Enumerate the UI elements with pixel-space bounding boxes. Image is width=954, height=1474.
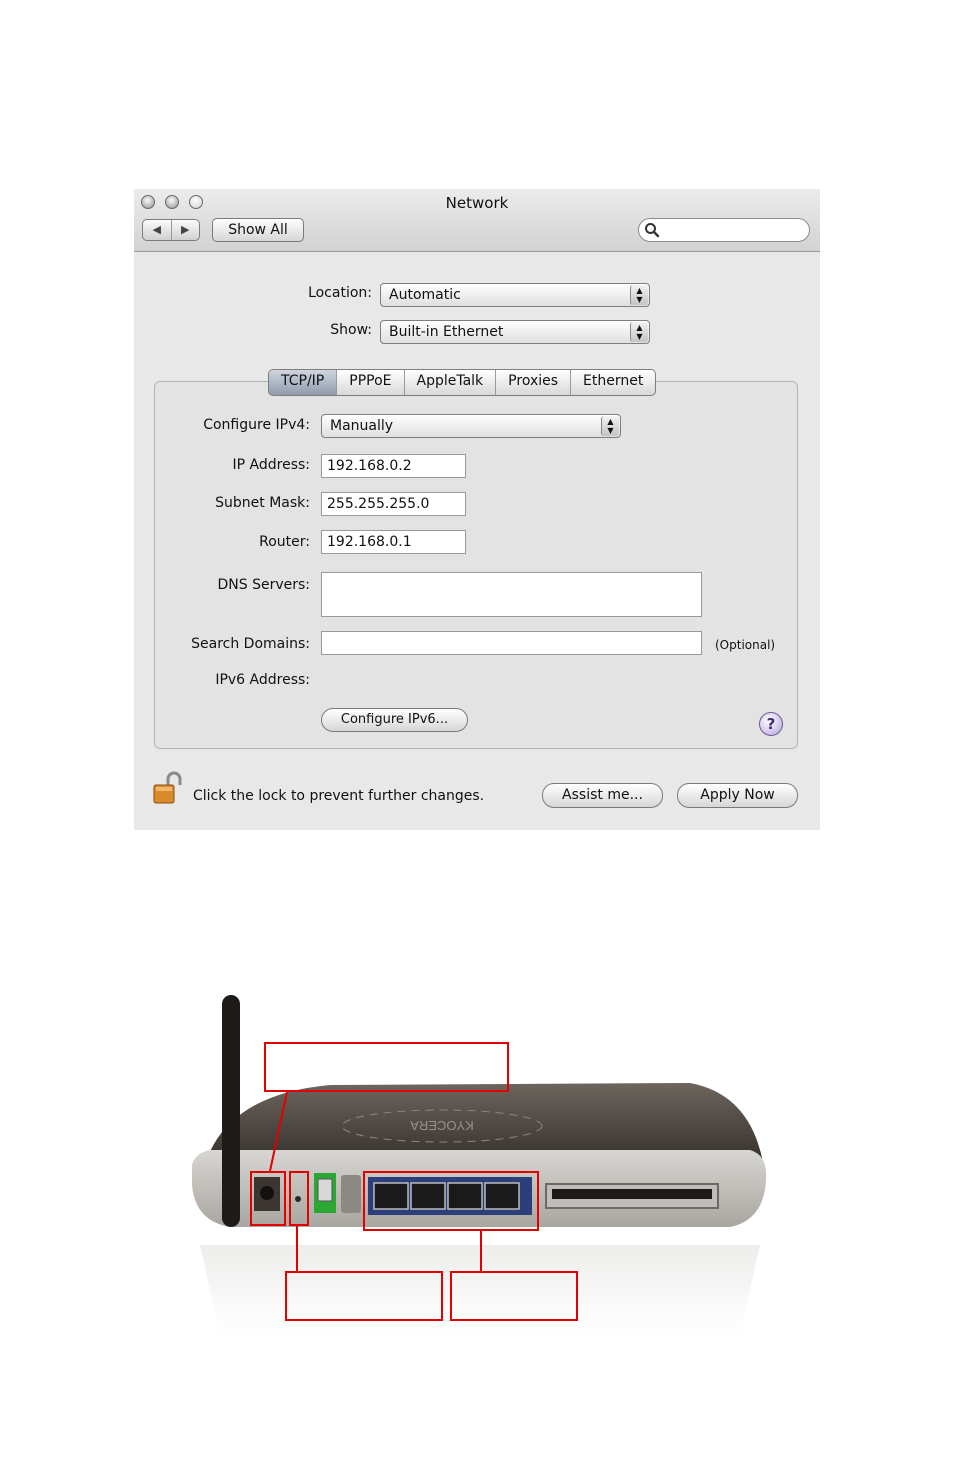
magnifier-icon bbox=[645, 223, 660, 238]
search-domains-label: Search Domains: bbox=[191, 636, 310, 652]
popup-arrows-icon: ▲ ▼ bbox=[630, 322, 648, 342]
callout-box-power bbox=[264, 1042, 509, 1092]
apply-now-button[interactable]: Apply Now bbox=[677, 783, 798, 808]
callout-box-reset bbox=[285, 1271, 443, 1321]
tab-proxies[interactable]: Proxies bbox=[496, 370, 572, 395]
optional-note: (Optional) bbox=[715, 638, 776, 652]
forward-arrow-icon[interactable]: ▶ bbox=[172, 220, 200, 240]
ip-address-field[interactable]: 192.168.0.2 bbox=[321, 454, 466, 478]
show-label: Show: bbox=[330, 322, 372, 338]
highlight-reset-button bbox=[289, 1171, 309, 1226]
svg-text:KYOCERA: KYOCERA bbox=[410, 1118, 474, 1133]
callout-box-lan bbox=[450, 1271, 578, 1321]
tab-tcp-ip[interactable]: TCP/IP bbox=[269, 370, 338, 395]
configure-ipv4-value: Manually bbox=[330, 418, 394, 434]
highlight-power-jack bbox=[250, 1171, 286, 1226]
location-popup[interactable]: Automatic ▲ ▼ bbox=[380, 283, 650, 307]
dns-servers-field[interactable] bbox=[321, 572, 702, 617]
lock-message: Click the lock to prevent further change… bbox=[193, 788, 485, 804]
settings-group-box: Configure IPv4: Manually ▲ ▼ IP Address: … bbox=[154, 381, 798, 749]
network-preferences-window: Network ◀ ▶ Show All Location: Automatic… bbox=[134, 189, 820, 830]
tab-bar: TCP/IP PPPoE AppleTalk Proxies Ethernet bbox=[268, 369, 657, 396]
location-value: Automatic bbox=[389, 287, 461, 303]
router-field[interactable]: 192.168.0.1 bbox=[321, 530, 466, 554]
configure-ipv4-popup[interactable]: Manually ▲ ▼ bbox=[321, 414, 621, 438]
back-forward-control[interactable]: ◀ ▶ bbox=[142, 219, 200, 241]
back-arrow-icon[interactable]: ◀ bbox=[143, 220, 172, 240]
window-title: Network bbox=[445, 194, 509, 212]
lock-icon[interactable] bbox=[152, 771, 184, 807]
popup-arrows-icon: ▲ ▼ bbox=[630, 285, 648, 305]
title-bar: Network ◀ ▶ Show All bbox=[134, 189, 820, 252]
router-label: Router: bbox=[259, 534, 310, 550]
subnet-mask-label: Subnet Mask: bbox=[215, 495, 310, 511]
show-all-button[interactable]: Show All bbox=[212, 218, 304, 242]
subnet-mask-field[interactable]: 255.255.255.0 bbox=[321, 492, 466, 516]
ipv6-address-label: IPv6 Address: bbox=[215, 672, 310, 688]
popup-arrows-icon: ▲ ▼ bbox=[601, 416, 619, 436]
tab-pppoe[interactable]: PPPoE bbox=[337, 370, 405, 395]
configure-ipv6-button[interactable]: Configure IPv6... bbox=[321, 708, 468, 732]
tab-ethernet[interactable]: Ethernet bbox=[571, 370, 655, 395]
location-label: Location: bbox=[308, 285, 372, 301]
search-field[interactable] bbox=[638, 218, 810, 242]
search-domains-field[interactable] bbox=[321, 631, 702, 655]
dns-servers-label: DNS Servers: bbox=[217, 577, 310, 593]
ip-address-label: IP Address: bbox=[232, 457, 311, 473]
help-button[interactable]: ? bbox=[759, 712, 783, 736]
show-value: Built-in Ethernet bbox=[389, 324, 504, 340]
highlight-lan-ports bbox=[363, 1171, 539, 1231]
show-popup[interactable]: Built-in Ethernet ▲ ▼ bbox=[380, 320, 650, 344]
tab-appletalk[interactable]: AppleTalk bbox=[405, 370, 497, 395]
assist-me-button[interactable]: Assist me... bbox=[542, 783, 663, 808]
antenna bbox=[222, 995, 240, 1227]
configure-ipv4-label: Configure IPv4: bbox=[203, 417, 310, 433]
